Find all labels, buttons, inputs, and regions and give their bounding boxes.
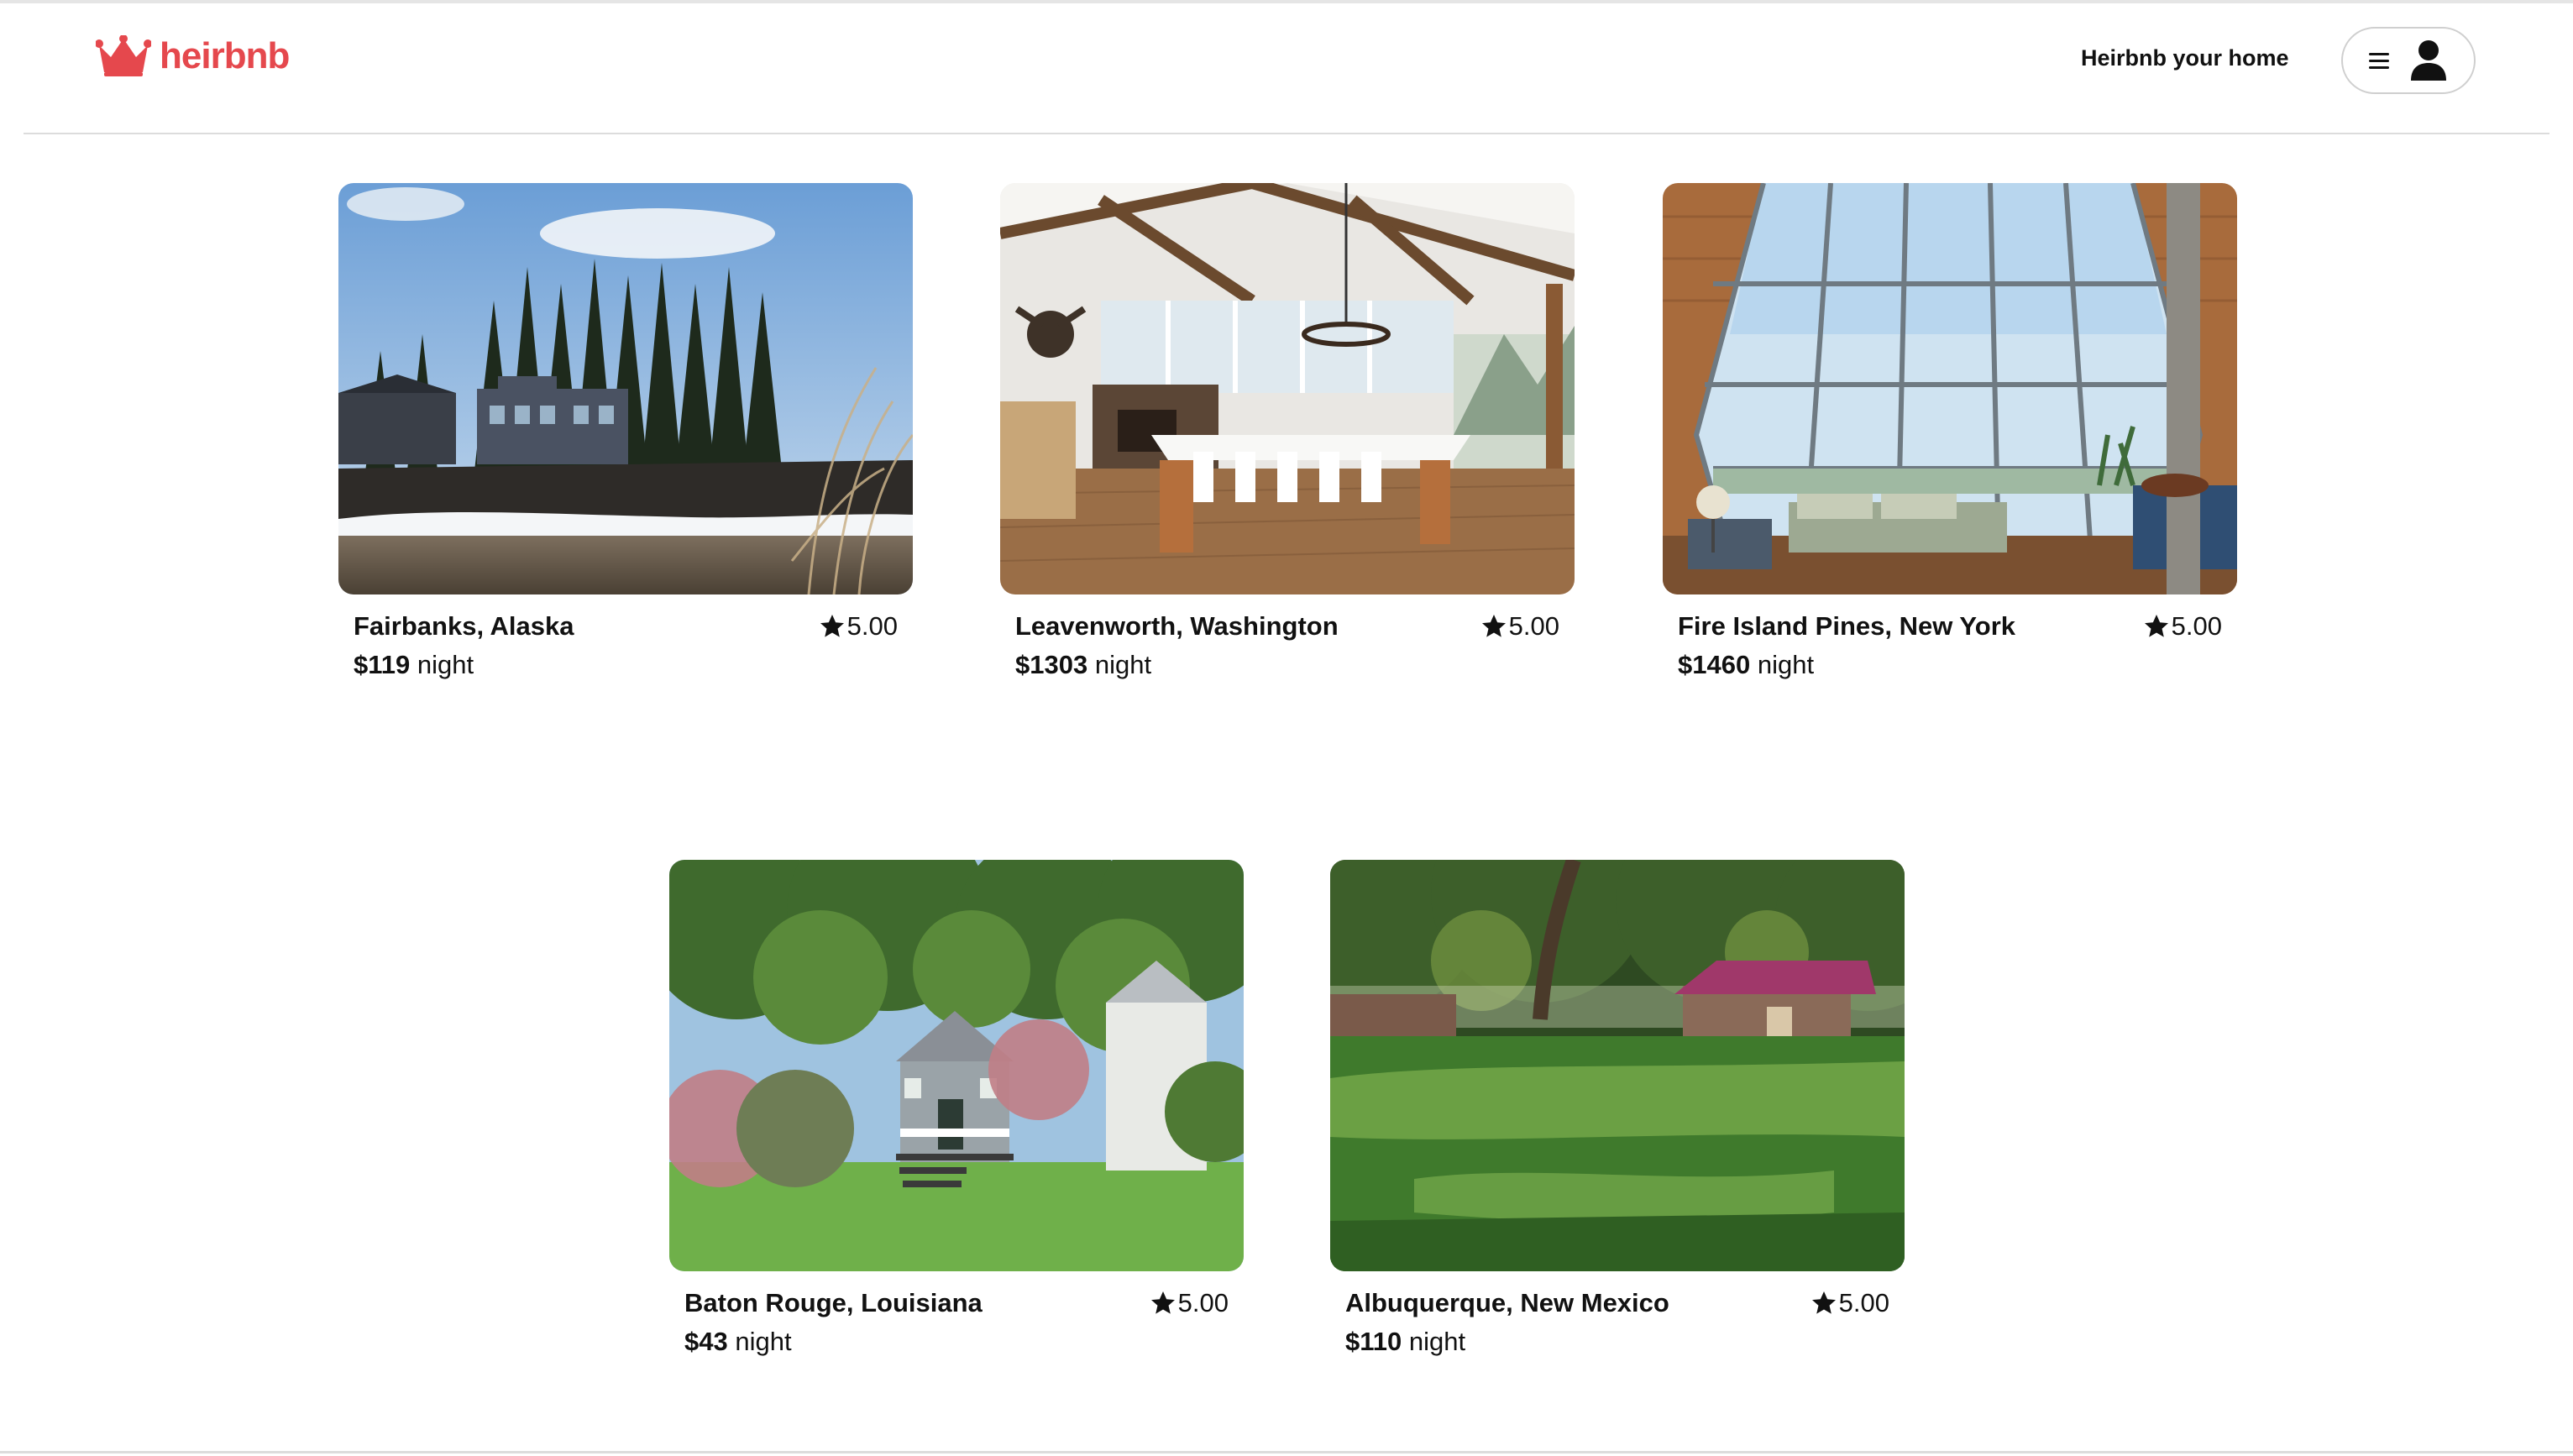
- price-unit: night: [1094, 650, 1152, 679]
- star-icon: [1481, 615, 1506, 637]
- listing-rating: 5.00: [1150, 1288, 1229, 1318]
- listing-card[interactable]: Fairbanks, Alaska 5.00 $119 night: [338, 183, 913, 689]
- logo-link[interactable]: heirbnb: [96, 35, 290, 77]
- listing-photo[interactable]: [1663, 183, 2237, 594]
- listing-rating: 5.00: [819, 611, 898, 642]
- listing-rating: 5.00: [2143, 611, 2222, 642]
- listing-location: Baton Rouge, Louisiana: [684, 1288, 983, 1317]
- listing-price-row: $110 night: [1330, 1327, 1905, 1365]
- listing-price-row: $1460 night: [1663, 650, 2237, 689]
- rating-value: 5.00: [1838, 1288, 1889, 1317]
- price-amount: $1460: [1678, 650, 1751, 679]
- star-icon: [820, 615, 844, 637]
- listing-price: $43 night: [684, 1327, 792, 1357]
- rating-value: 5.00: [1508, 611, 1559, 641]
- listing-rating: 5.00: [1480, 611, 1559, 642]
- price-amount: $119: [354, 650, 411, 679]
- listing-card[interactable]: Leavenworth, Washington 5.00 $1303 night: [1000, 183, 1575, 689]
- listing-price: $110 night: [1345, 1327, 1465, 1357]
- rating-value: 5.00: [1177, 1288, 1229, 1317]
- listing-info-row: Baton Rouge, Louisiana 5.00: [669, 1283, 1244, 1327]
- rating-value: 5.00: [846, 611, 898, 641]
- listing-card[interactable]: Fire Island Pines, New York 5.00 $1460 n…: [1663, 183, 2237, 689]
- price-amount: $1303: [1015, 650, 1088, 679]
- listing-photo[interactable]: [338, 183, 913, 594]
- hamburger-icon: [2369, 51, 2391, 70]
- listing-location: Fairbanks, Alaska: [354, 611, 574, 641]
- listing-price-row: $119 night: [338, 650, 913, 689]
- page: heirbnb Heirbnb your home Fairbanks, Ala…: [0, 0, 2573, 1456]
- listing-price: $1460 night: [1678, 650, 1814, 680]
- listing-price-row: $43 night: [669, 1327, 1244, 1365]
- listing-rating: 5.00: [1811, 1288, 1889, 1318]
- listing-location: Fire Island Pines, New York: [1678, 611, 2016, 641]
- listing-photo[interactable]: [669, 860, 1244, 1271]
- user-menu-button[interactable]: [2341, 27, 2476, 94]
- star-icon: [1811, 1291, 1836, 1314]
- listing-photo[interactable]: [1330, 860, 1905, 1271]
- brand-name: heirbnb: [160, 35, 290, 76]
- listing-info-row: Fire Island Pines, New York 5.00: [1663, 606, 2237, 650]
- header: heirbnb Heirbnb your home: [24, 3, 2549, 134]
- listing-price: $1303 night: [1015, 650, 1151, 680]
- bottom-divider: [0, 1451, 2573, 1453]
- listing-price-row: $1303 night: [1000, 650, 1575, 689]
- listing-photo[interactable]: [1000, 183, 1575, 594]
- price-unit: night: [735, 1327, 792, 1356]
- rating-value: 5.00: [2171, 611, 2222, 641]
- crown-icon: [96, 35, 151, 77]
- star-icon: [1150, 1291, 1175, 1314]
- price-amount: $43: [684, 1327, 728, 1356]
- listing-info-row: Albuquerque, New Mexico 5.00: [1330, 1283, 1905, 1327]
- price-amount: $110: [1345, 1327, 1402, 1356]
- price-unit: night: [1757, 650, 1815, 679]
- listing-location: Albuquerque, New Mexico: [1345, 1288, 1669, 1317]
- host-your-home-link[interactable]: Heirbnb your home: [2081, 45, 2289, 71]
- listing-card[interactable]: Baton Rouge, Louisiana 5.00 $43 night: [669, 860, 1244, 1365]
- price-unit: night: [417, 650, 474, 679]
- listing-card[interactable]: Albuquerque, New Mexico 5.00 $110 night: [1330, 860, 1905, 1365]
- listing-price: $119 night: [354, 650, 474, 680]
- listing-info-row: Fairbanks, Alaska 5.00: [338, 606, 913, 650]
- star-icon: [2144, 615, 2168, 637]
- user-icon: [2409, 39, 2448, 81]
- listing-location: Leavenworth, Washington: [1015, 611, 1339, 641]
- listing-info-row: Leavenworth, Washington 5.00: [1000, 606, 1575, 650]
- price-unit: night: [1408, 1327, 1466, 1356]
